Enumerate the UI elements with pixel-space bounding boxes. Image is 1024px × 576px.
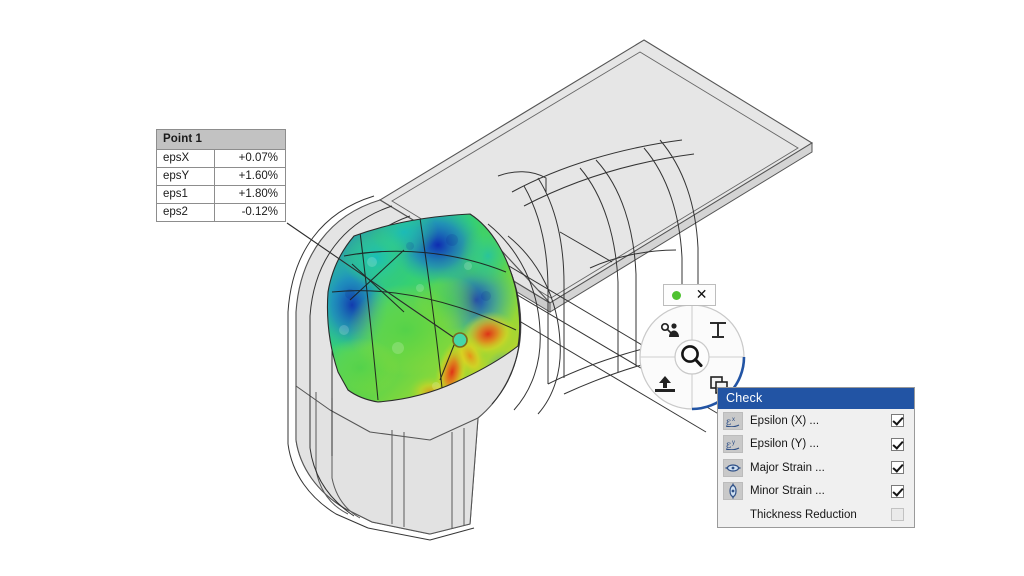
checkbox-thickness-reduction[interactable] <box>891 508 904 521</box>
point-table-title: Point 1 <box>157 130 285 150</box>
menu-item-label: Epsilon (X) ... <box>750 415 891 427</box>
application-window: Point 1 epsX +0.07% epsY +1.60% eps1 +1.… <box>0 0 1024 576</box>
point-readout-table[interactable]: Point 1 epsX +0.07% epsY +1.60% eps1 +1.… <box>156 129 286 222</box>
menu-item-major-strain[interactable]: Major Strain ... <box>718 456 914 480</box>
check-dropdown-panel[interactable]: Check ε x Epsilon (X) ... ε y <box>717 387 915 528</box>
menu-item-thickness-reduction[interactable]: Thickness Reduction <box>718 503 914 527</box>
point-table-key: eps2 <box>157 204 215 221</box>
menu-item-label: Thickness Reduction <box>750 509 891 521</box>
radial-menu-hub <box>675 340 709 374</box>
major-strain-icon <box>723 459 743 477</box>
menu-item-label: Epsilon (Y) ... <box>750 438 891 450</box>
menu-item-label: Major Strain ... <box>750 462 891 474</box>
epsilon-x-icon: ε x <box>723 412 743 430</box>
svg-text:ε: ε <box>726 417 731 427</box>
point-table-value: -0.12% <box>215 204 285 221</box>
point-table-key: eps1 <box>157 186 215 203</box>
point-table-value: +1.60% <box>215 168 285 185</box>
point-table-key: epsY <box>157 168 215 185</box>
table-row: epsX +0.07% <box>157 150 285 168</box>
epsilon-y-icon: ε y <box>723 435 743 453</box>
green-dot-icon[interactable] <box>672 291 681 300</box>
no-icon-placeholder <box>723 506 743 524</box>
svg-text:y: y <box>732 440 735 446</box>
checkbox-major-strain[interactable] <box>891 461 904 474</box>
point-table-value: +0.07% <box>215 150 285 167</box>
checkbox-epsilon-x[interactable] <box>891 414 904 427</box>
menu-item-label: Minor Strain ... <box>750 485 891 497</box>
measurement-point-marker[interactable] <box>453 333 467 347</box>
svg-text:ε: ε <box>726 440 731 450</box>
checkbox-epsilon-y[interactable] <box>891 438 904 451</box>
table-row: eps2 -0.12% <box>157 204 285 221</box>
close-x-icon[interactable]: ✕ <box>696 288 708 302</box>
point-table-key: epsX <box>157 150 215 167</box>
menu-item-epsilon-y[interactable]: ε y Epsilon (Y) ... <box>718 433 914 457</box>
svg-text:x: x <box>732 417 735 423</box>
checkbox-minor-strain[interactable] <box>891 485 904 498</box>
status-pill: ✕ <box>663 284 716 306</box>
table-row: eps1 +1.80% <box>157 186 285 204</box>
point-table-value: +1.80% <box>215 186 285 203</box>
table-row: epsY +1.60% <box>157 168 285 186</box>
menu-item-epsilon-x[interactable]: ε x Epsilon (X) ... <box>718 409 914 433</box>
minor-strain-icon <box>723 482 743 500</box>
menu-item-minor-strain[interactable]: Minor Strain ... <box>718 480 914 504</box>
check-panel-title: Check <box>718 388 914 409</box>
